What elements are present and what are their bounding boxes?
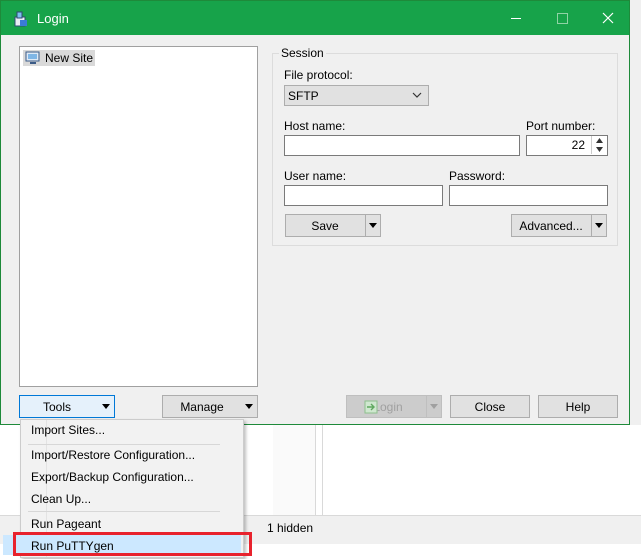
- menu-item-import-sites[interactable]: Import Sites...: [31, 423, 105, 437]
- manage-button-label: Manage: [180, 399, 224, 414]
- minimize-button[interactable]: [493, 1, 539, 35]
- user-name-input[interactable]: [284, 185, 443, 206]
- session-legend: Session: [279, 46, 326, 60]
- manage-button[interactable]: Manage: [162, 395, 258, 418]
- menu-item-import-restore-configuration[interactable]: Import/Restore Configuration...: [31, 448, 195, 462]
- menu-separator: [28, 511, 220, 512]
- winscp-icon: [14, 11, 27, 27]
- password-label: Password:: [449, 169, 506, 183]
- port-number-label: Port number:: [526, 119, 596, 133]
- menu-separator: [28, 444, 220, 445]
- file-protocol-select[interactable]: SFTP: [284, 85, 429, 106]
- site-tree-item-label: New Site: [45, 51, 94, 65]
- tools-button[interactable]: Tools: [19, 395, 115, 418]
- password-input[interactable]: [449, 185, 608, 206]
- advanced-button-label: Advanced...: [519, 218, 583, 233]
- background-left-pane-column: [273, 425, 316, 515]
- advanced-button[interactable]: Advanced...: [511, 214, 607, 237]
- help-button[interactable]: Help: [538, 395, 618, 418]
- close-icon: [602, 12, 614, 24]
- login-icon: [364, 400, 378, 414]
- spin-up-icon[interactable]: [591, 136, 607, 145]
- window-title: Login: [37, 11, 69, 26]
- save-button-label: Save: [311, 218, 339, 233]
- host-name-input[interactable]: [284, 135, 520, 156]
- save-dropdown-arrow-icon[interactable]: [365, 215, 380, 236]
- chevron-down-icon: [245, 404, 253, 409]
- port-spinner[interactable]: [591, 136, 607, 155]
- computer-site-icon: [25, 51, 40, 64]
- menu-item-clean-up[interactable]: Clean Up...: [31, 492, 91, 506]
- background-right-pane: [322, 425, 474, 515]
- maximize-button: [539, 1, 585, 35]
- site-tree-item-new-site[interactable]: New Site: [23, 50, 96, 66]
- menu-item-run-pageant[interactable]: Run Pageant: [31, 517, 101, 531]
- title-bar[interactable]: Login: [1, 1, 629, 35]
- user-name-label: User name:: [284, 169, 347, 183]
- login-button[interactable]: Login: [346, 395, 442, 418]
- tools-button-label: Tools: [42, 399, 71, 414]
- advanced-dropdown-arrow-icon[interactable]: [591, 215, 606, 236]
- menu-item-export-backup-configuration[interactable]: Export/Backup Configuration...: [31, 470, 194, 484]
- background-status-text: 1 hidden: [267, 521, 314, 535]
- file-protocol-label: File protocol:: [284, 68, 353, 82]
- site-tree[interactable]: New Site: [19, 46, 258, 387]
- close-button[interactable]: Close: [450, 395, 530, 418]
- file-protocol-value: SFTP: [288, 89, 319, 103]
- background-right-pane-column: [473, 425, 641, 515]
- chevron-down-icon: [102, 404, 110, 409]
- spin-down-icon[interactable]: [591, 145, 607, 154]
- close-window-button[interactable]: [585, 1, 631, 35]
- login-dropdown-arrow-icon: [426, 396, 441, 417]
- save-button[interactable]: Save: [285, 214, 381, 237]
- chevron-down-icon: [412, 92, 422, 98]
- host-name-label: Host name:: [284, 119, 346, 133]
- highlight-annotation-box: [13, 532, 252, 556]
